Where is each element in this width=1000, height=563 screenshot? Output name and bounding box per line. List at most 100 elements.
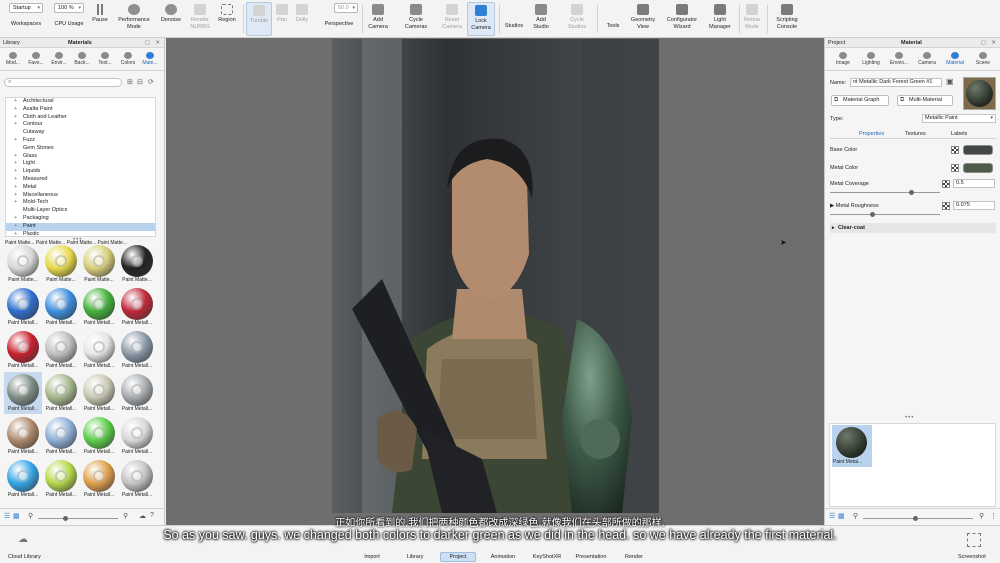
tree-item[interactable]: + Measured xyxy=(6,176,155,184)
material-thumbnail[interactable]: Paint Metall... xyxy=(118,415,156,457)
add-folder-icon[interactable]: ⊞ xyxy=(127,78,133,86)
material-thumbnail[interactable]: Paint Metall... xyxy=(42,329,80,371)
lock-camera-button[interactable]: Lock Camera xyxy=(467,2,495,36)
metal-coverage-field[interactable]: 0.5 xyxy=(953,179,995,188)
performance-mode-button[interactable]: Performance Mode xyxy=(114,2,154,36)
undock-icon[interactable]: ▢ xyxy=(145,38,150,48)
material-thumbnail[interactable]: Paint Metall... xyxy=(118,329,156,371)
metal-roughness-field[interactable]: 0.075 xyxy=(953,201,995,210)
material-thumbnail[interactable]: Paint Metall... xyxy=(80,286,118,328)
tab-keyshotxr[interactable]: KeyShotXR xyxy=(528,552,566,562)
import-icon[interactable]: ⊟ xyxy=(137,78,143,86)
material-thumbnail[interactable]: Paint Matte... xyxy=(80,243,118,285)
material-thumbnail[interactable]: Paint Metall... xyxy=(4,286,42,328)
scripting-console-button[interactable]: Scripting Console xyxy=(770,2,804,36)
material-thumbnail[interactable]: Paint Metall... xyxy=(42,415,80,457)
tab-import[interactable]: Import xyxy=(360,552,384,562)
tree-item[interactable]: Cutaway xyxy=(6,129,155,137)
tab-environment[interactable]: Enviro... xyxy=(885,50,913,70)
subtab-textures[interactable]: Textures xyxy=(905,131,926,137)
geometry-view-button[interactable]: Geometry View xyxy=(627,2,659,36)
tab-materials[interactable]: Mate... xyxy=(139,50,161,70)
expand-icon[interactable]: + xyxy=(14,114,17,122)
material-thumbnail[interactable]: Paint Metall... xyxy=(80,458,118,500)
refresh-icon[interactable]: ⟳ xyxy=(148,78,154,86)
tab-favorites[interactable]: Favo... xyxy=(25,50,47,70)
metal-color-swatch[interactable] xyxy=(963,163,993,173)
expand-icon[interactable]: + xyxy=(14,192,17,200)
splitter-handle[interactable]: ••• xyxy=(905,415,914,421)
tab-library[interactable]: Library xyxy=(400,552,430,562)
cycle-studios-button[interactable]: Cycle Studios xyxy=(563,2,591,36)
expand-icon[interactable]: + xyxy=(14,176,17,184)
pause-button[interactable]: Pause xyxy=(90,2,110,36)
tree-item[interactable]: Multi-Layer Optics xyxy=(6,207,155,215)
tab-animation[interactable]: Animation xyxy=(486,552,520,562)
metal-roughness-slider[interactable] xyxy=(830,214,940,215)
material-thumbnail[interactable]: Paint Metall... xyxy=(4,415,42,457)
tree-item[interactable]: + Light xyxy=(6,160,155,168)
material-graph-button[interactable]: ⧉ Material Graph xyxy=(831,95,889,106)
tab-scene[interactable]: Scene xyxy=(969,50,997,70)
tree-item[interactable]: + Fuzz xyxy=(6,137,155,145)
tab-image[interactable]: Image xyxy=(829,50,857,70)
dolly-button[interactable]: Dolly xyxy=(292,2,312,36)
tree-item[interactable]: Gem Stones xyxy=(6,145,155,153)
material-thumbnail[interactable]: Paint Metall... xyxy=(118,286,156,328)
light-manager-button[interactable]: Light Manager xyxy=(704,2,736,36)
retina-mode-button[interactable]: Retina Mode xyxy=(741,2,763,36)
base-color-swatch[interactable] xyxy=(963,145,993,155)
material-thumbnail[interactable]: Paint Metall... xyxy=(42,286,80,328)
region-button[interactable]: Region xyxy=(214,2,240,36)
material-type-select[interactable]: Metallic Paint ▾ xyxy=(922,114,996,123)
material-thumbnail[interactable]: Paint Metall... xyxy=(4,458,42,500)
tab-models[interactable]: Mod... xyxy=(2,50,24,70)
material-thumbnail[interactable]: Paint Metall... xyxy=(118,372,156,414)
tab-backplates[interactable]: Back... xyxy=(71,50,93,70)
material-thumbnail[interactable]: Paint Metall... xyxy=(4,329,42,371)
material-thumbnail[interactable]: Paint Metall... xyxy=(80,372,118,414)
expand-icon[interactable]: + xyxy=(14,98,17,106)
tree-item[interactable]: + Metal xyxy=(6,184,155,192)
undock-icon[interactable]: ▢ xyxy=(981,38,986,48)
tumble-button[interactable]: Tumble xyxy=(246,2,272,36)
expand-icon[interactable]: + xyxy=(14,160,17,168)
expand-icon[interactable]: + xyxy=(14,231,17,236)
material-thumbnail[interactable]: Paint Metall... xyxy=(80,329,118,371)
expand-icon[interactable]: + xyxy=(14,153,17,161)
material-thumbnail[interactable]: Paint Metall... xyxy=(80,415,118,457)
material-thumbnail[interactable]: Paint Matte... xyxy=(118,243,156,285)
add-studio-button[interactable]: Add Studio xyxy=(529,2,553,36)
material-thumbnail[interactable]: Paint Matte... xyxy=(4,243,42,285)
library-search-input[interactable]: ⌕ xyxy=(4,78,122,87)
expand-icon[interactable]: + xyxy=(14,199,17,207)
tree-item-selected[interactable]: + Paint xyxy=(6,222,155,231)
tab-colors[interactable]: Colors xyxy=(117,50,139,70)
cycle-cameras-button[interactable]: Cycle Cameras xyxy=(400,2,432,36)
material-thumbnail[interactable]: Paint Metall... xyxy=(42,372,80,414)
tree-item[interactable]: + Liquids xyxy=(6,168,155,176)
save-material-icon[interactable]: ▣ xyxy=(946,77,954,86)
render-viewport[interactable]: ➤ xyxy=(166,38,824,525)
texture-map-icon[interactable] xyxy=(942,202,950,210)
denoise-button[interactable]: Denoise xyxy=(156,2,186,36)
tree-item[interactable]: + Miscellaneous xyxy=(6,192,155,200)
tab-project[interactable]: Project xyxy=(440,552,476,562)
close-icon[interactable]: ✕ xyxy=(991,38,996,48)
reset-camera-button[interactable]: Reset Camera xyxy=(438,2,466,36)
add-camera-button[interactable]: Add Camera xyxy=(365,2,391,36)
focal-length-field[interactable]: 50.0 xyxy=(334,3,358,13)
clear-coat-section[interactable]: ▸ Clear-coat xyxy=(830,223,996,233)
tree-item[interactable]: + Packaging xyxy=(6,215,155,223)
expand-icon[interactable]: + xyxy=(14,215,17,223)
texture-map-icon[interactable] xyxy=(951,164,959,172)
zoom-select[interactable]: 100 % xyxy=(54,3,84,13)
configurator-wizard-button[interactable]: Configurator Wizard xyxy=(662,2,702,36)
multi-material-button[interactable]: ⧉ Multi-Material xyxy=(897,95,953,106)
tree-item[interactable]: + Architectural xyxy=(6,98,155,106)
tree-item[interactable]: + Contour xyxy=(6,121,155,129)
cloud-library-label[interactable]: Cloud Library xyxy=(8,554,41,560)
tools-button[interactable]: Tools xyxy=(602,2,624,36)
material-name-field[interactable]: nt Metallic Dark Forest Green #1 xyxy=(850,78,942,87)
startup-select[interactable]: Startup xyxy=(9,3,43,13)
